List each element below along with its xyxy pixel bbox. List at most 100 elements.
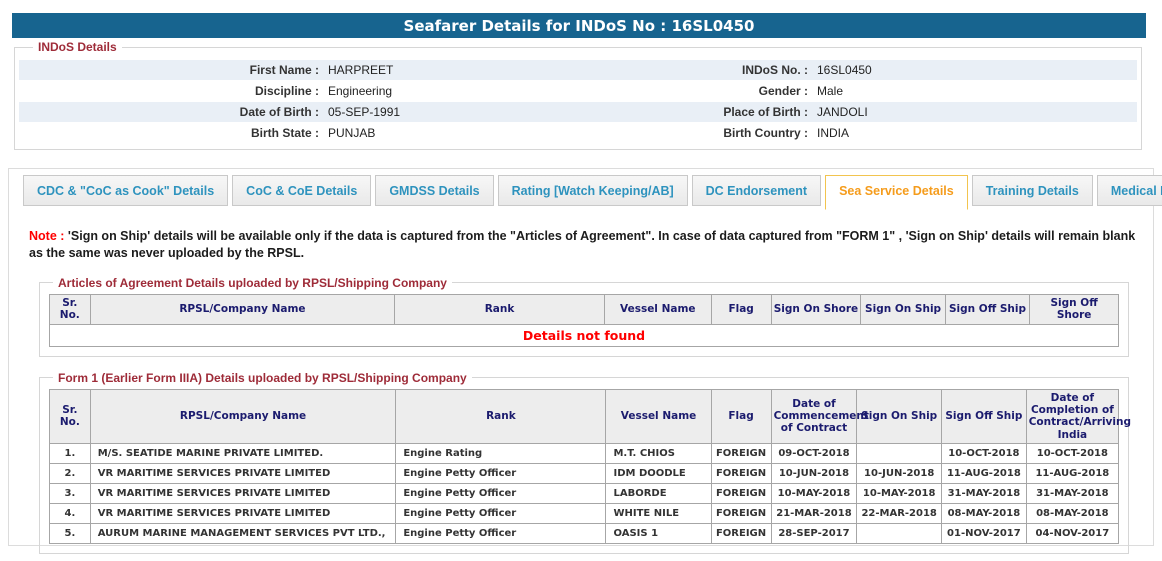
cell-flag: FOREIGN — [711, 464, 771, 484]
page: Seafarer Details for INDoS No : 16SL0450… — [0, 13, 1162, 561]
field-value: JANDOLI — [808, 105, 868, 119]
page-title: Seafarer Details for INDoS No : 16SL0450 — [404, 17, 755, 35]
cell-sr-no: 1. — [50, 444, 91, 464]
tab-sea-service-details[interactable]: Sea Service Details — [825, 175, 968, 210]
column-header: Rank — [395, 294, 605, 324]
column-header: Flag — [711, 389, 771, 444]
cell-commencement-date: 21-MAR-2018 — [771, 504, 857, 524]
cell-completion-date: 11-AUG-2018 — [1026, 464, 1118, 484]
cell-sign-off-ship: 31-MAY-2018 — [942, 484, 1027, 504]
field-label: Birth State : — [19, 126, 319, 140]
tab-gmdss-details[interactable]: GMDSS Details — [375, 175, 493, 206]
field-value: Engineering — [319, 84, 392, 98]
cell-sign-on-ship — [857, 524, 942, 544]
tab-rating-watch-keeping-ab[interactable]: Rating [Watch Keeping/AB] — [498, 175, 688, 206]
field-label: INDoS No. : — [578, 63, 808, 77]
column-header: Date of Completion of Contract/Arriving … — [1026, 389, 1118, 444]
field-value: PUNJAB — [319, 126, 375, 140]
column-header: Sign Off Shore — [1030, 294, 1119, 324]
field-birth-country: Birth Country : INDIA — [578, 126, 1137, 140]
field-indos-no: INDoS No. : 16SL0450 — [578, 63, 1137, 77]
cell-completion-date: 31-MAY-2018 — [1026, 484, 1118, 504]
cell-sign-off-ship: 08-MAY-2018 — [942, 504, 1027, 524]
cell-sign-on-ship: 10-JUN-2018 — [857, 464, 942, 484]
cell-flag: FOREIGN — [711, 504, 771, 524]
cell-company: M/S. SEATIDE MARINE PRIVATE LIMITED. — [90, 444, 396, 464]
cell-commencement-date: 09-OCT-2018 — [771, 444, 857, 464]
note-prefix: Note : — [29, 229, 64, 243]
cell-sr-no: 5. — [50, 524, 91, 544]
cell-sign-off-ship: 01-NOV-2017 — [942, 524, 1027, 544]
column-header: Vessel Name — [606, 389, 711, 444]
table-row: 4. VR MARITIME SERVICES PRIVATE LIMITED … — [50, 504, 1119, 524]
tab-dc-endorsement[interactable]: DC Endorsement — [692, 175, 821, 206]
indos-row: Birth State : PUNJAB Birth Country : IND… — [19, 123, 1137, 143]
column-header: Rank — [396, 389, 606, 444]
table-header-row: Sr. No. RPSL/Company Name Rank Vessel Na… — [50, 294, 1119, 324]
column-header: Flag — [711, 294, 771, 324]
table-row: 5. AURUM MARINE MANAGEMENT SERVICES PVT … — [50, 524, 1119, 544]
column-header: Sign On Ship — [861, 294, 945, 324]
cell-commencement-date: 10-MAY-2018 — [771, 484, 857, 504]
note-text: Note : 'Sign on Ship' details will be av… — [29, 228, 1141, 262]
field-gender: Gender : Male — [578, 84, 1137, 98]
tab-medical-fitness-certificate[interactable]: Medical Fitness Certificate — [1097, 175, 1162, 206]
cell-flag: FOREIGN — [711, 444, 771, 464]
cell-sr-no: 3. — [50, 484, 91, 504]
field-label: Gender : — [578, 84, 808, 98]
cell-completion-date: 10-OCT-2018 — [1026, 444, 1118, 464]
field-discipline: Discipline : Engineering — [19, 84, 578, 98]
field-place-of-birth: Place of Birth : JANDOLI — [578, 105, 1137, 119]
tab-cdc-coc-as-cook-details[interactable]: CDC & "CoC as Cook" Details — [23, 175, 228, 206]
cell-flag: FOREIGN — [711, 524, 771, 544]
cell-rank: Engine Petty Officer — [396, 484, 606, 504]
field-label: First Name : — [19, 63, 319, 77]
field-date-of-birth: Date of Birth : 05-SEP-1991 — [19, 105, 578, 119]
cell-sr-no: 2. — [50, 464, 91, 484]
cell-vessel: LABORDE — [606, 484, 711, 504]
table-row: 2. VR MARITIME SERVICES PRIVATE LIMITED … — [50, 464, 1119, 484]
cell-sign-on-ship: 22-MAR-2018 — [857, 504, 942, 524]
field-value: Male — [808, 84, 843, 98]
cell-completion-date: 04-NOV-2017 — [1026, 524, 1118, 544]
field-label: Discipline : — [19, 84, 319, 98]
indos-row: Discipline : Engineering Gender : Male — [19, 81, 1137, 101]
cell-vessel: IDM DOODLE — [606, 464, 711, 484]
column-header: Vessel Name — [604, 294, 711, 324]
field-label: Date of Birth : — [19, 105, 319, 119]
column-header: Sr. No. — [50, 294, 91, 324]
form1-details-section: Form 1 (Earlier Form IIIA) Details uploa… — [39, 371, 1129, 555]
cell-rank: Engine Petty Officer — [396, 464, 606, 484]
field-label: Place of Birth : — [578, 105, 808, 119]
column-header: Sign Off Ship — [942, 389, 1027, 444]
cell-sign-off-ship: 10-OCT-2018 — [942, 444, 1027, 464]
column-header: RPSL/Company Name — [90, 389, 396, 444]
details-not-found-message: Details not found — [50, 324, 1119, 346]
form1-table: Sr. No. RPSL/Company Name Rank Vessel Na… — [49, 389, 1119, 545]
cell-sign-off-ship: 11-AUG-2018 — [942, 464, 1027, 484]
cell-commencement-date: 10-JUN-2018 — [771, 464, 857, 484]
cell-rank: Engine Rating — [396, 444, 606, 464]
column-header: Sign On Ship — [857, 389, 942, 444]
cell-flag: FOREIGN — [711, 484, 771, 504]
articles-of-agreement-section: Articles of Agreement Details uploaded b… — [39, 276, 1129, 357]
cell-vessel: M.T. CHIOS — [606, 444, 711, 464]
cell-vessel: WHITE NILE — [606, 504, 711, 524]
field-first-name: First Name : HARPREET — [19, 63, 578, 77]
cell-sr-no: 4. — [50, 504, 91, 524]
cell-vessel: OASIS 1 — [606, 524, 711, 544]
tab-panel: CDC & "CoC as Cook" Details CoC & CoE De… — [8, 168, 1154, 546]
cell-sign-on-ship — [857, 444, 942, 464]
cell-company: VR MARITIME SERVICES PRIVATE LIMITED — [90, 504, 396, 524]
column-header: Date of Commencement of Contract — [771, 389, 857, 444]
field-birth-state: Birth State : PUNJAB — [19, 126, 578, 140]
articles-legend: Articles of Agreement Details uploaded b… — [53, 276, 452, 290]
cell-company: AURUM MARINE MANAGEMENT SERVICES PVT LTD… — [90, 524, 396, 544]
cell-completion-date: 08-MAY-2018 — [1026, 504, 1118, 524]
table-header-row: Sr. No. RPSL/Company Name Rank Vessel Na… — [50, 389, 1119, 444]
cell-commencement-date: 28-SEP-2017 — [771, 524, 857, 544]
page-title-bar: Seafarer Details for INDoS No : 16SL0450 — [12, 13, 1146, 38]
tab-training-details[interactable]: Training Details — [972, 175, 1093, 206]
cell-company: VR MARITIME SERVICES PRIVATE LIMITED — [90, 484, 396, 504]
tab-coc-coe-details[interactable]: CoC & CoE Details — [232, 175, 371, 206]
